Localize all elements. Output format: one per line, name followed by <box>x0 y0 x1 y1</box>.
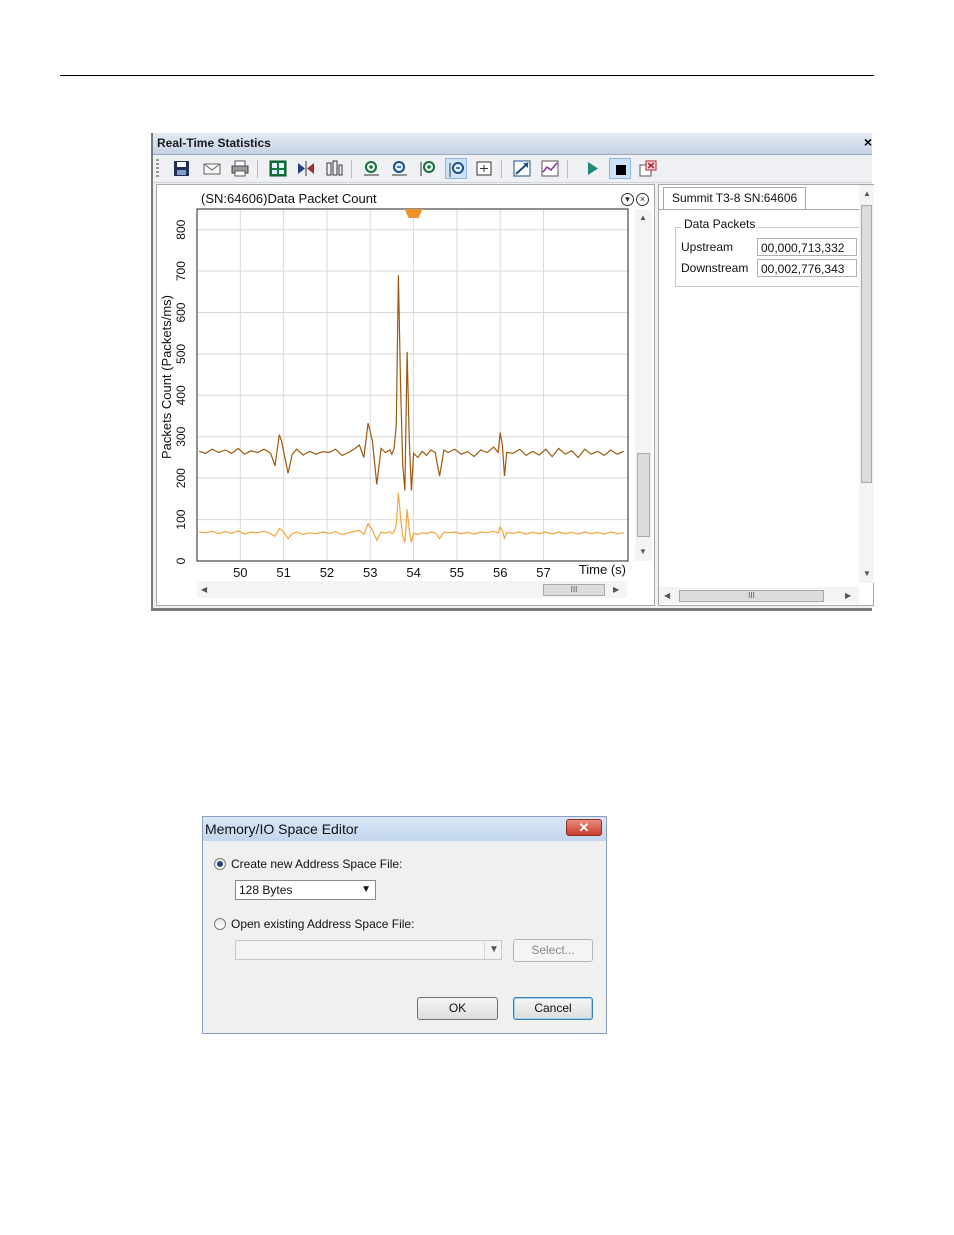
y-tick-label: 0 <box>174 557 188 564</box>
device-tab[interactable]: Summit T3-8 SN:64606 <box>663 187 807 209</box>
play-icon[interactable] <box>581 158 603 179</box>
toolbar-grip[interactable] <box>156 159 159 178</box>
series-line-2 <box>199 492 624 543</box>
window-title: Real-Time Statistics <box>157 136 271 150</box>
toolbar <box>153 155 872 183</box>
side-vertical-scroll-thumb[interactable] <box>861 205 872 483</box>
zoom-in-horizontal-icon[interactable] <box>361 158 383 179</box>
window-title-bar: Real-Time Statistics × <box>153 133 872 155</box>
open-existing-radio[interactable] <box>214 918 226 930</box>
size-select[interactable]: 128 Bytes ▼ <box>235 880 376 900</box>
x-tick-label: 51 <box>276 565 290 577</box>
close-chart-icon[interactable]: × <box>636 193 649 206</box>
packet-count-chart: 50 51 52 53 54 55 56 57 0 100 200 300 400 500 600 700 80… <box>159 208 629 577</box>
close-icon[interactable]: ✕ <box>566 819 602 836</box>
ok-button[interactable]: OK <box>417 997 498 1020</box>
layout-icon[interactable] <box>267 158 289 179</box>
vertical-scroll-thumb[interactable] <box>637 453 650 537</box>
dialog-title-bar: Memory/IO Space Editor ✕ <box>203 817 606 841</box>
data-packets-group <box>675 227 867 287</box>
x-tick-label: 54 <box>406 565 420 577</box>
scroll-down-icon[interactable]: ▼ <box>639 547 647 556</box>
y-tick-label: 200 <box>174 468 188 488</box>
scroll-right-icon[interactable]: ▶ <box>613 585 619 594</box>
create-new-label: Create new Address Space File: <box>231 857 403 871</box>
zoom-out-horizontal-icon[interactable] <box>389 158 411 179</box>
x-tick-label: 55 <box>450 565 464 577</box>
upstream-label: Upstream <box>681 240 734 254</box>
zoom-out-vertical-icon[interactable] <box>445 158 467 179</box>
x-tick-label: 50 <box>233 565 247 577</box>
columns-icon[interactable] <box>323 158 345 179</box>
x-tick-label: 56 <box>493 565 507 577</box>
scroll-up-icon[interactable]: ▲ <box>639 213 647 222</box>
side-horizontal-scrollbar[interactable]: ◀ III ▶ <box>659 587 859 604</box>
chart-vertical-scrollbar[interactable]: ▲ ▼ <box>635 209 652 561</box>
memory-io-space-editor-dialog: Memory/IO Space Editor ✕ Create new Addr… <box>202 816 607 1034</box>
scroll-left-icon[interactable]: ◀ <box>201 585 207 594</box>
y-tick-label: 500 <box>174 344 188 364</box>
zoom-in-vertical-icon[interactable] <box>417 158 439 179</box>
scroll-left-icon[interactable]: ◀ <box>664 591 670 600</box>
upstream-value: 00,000,713,332 <box>757 238 857 256</box>
scroll-down-icon[interactable]: ▼ <box>863 569 871 578</box>
data-packets-group-label: Data Packets <box>681 217 759 231</box>
y-tick-label: 400 <box>174 385 188 405</box>
y-tick-label: 300 <box>174 426 188 446</box>
x-tick-label: 53 <box>363 565 377 577</box>
flip-icon[interactable] <box>295 158 317 179</box>
plot-pane: (SN:64606)Data Packet Count ▾ × 50 51 52 53… <box>156 184 655 606</box>
size-select-value: 128 Bytes <box>239 883 293 897</box>
real-time-statistics-window: Real-Time Statistics × (SN:64606)Data Pa… <box>151 133 874 611</box>
envelope-icon[interactable] <box>201 158 223 179</box>
expand-icon[interactable] <box>511 158 533 179</box>
x-tick-label: 52 <box>320 565 334 577</box>
chart-edit-icon[interactable] <box>539 158 561 179</box>
horizontal-scroll-thumb[interactable]: III <box>543 584 605 596</box>
downstream-value: 00,002,776,343 <box>757 259 857 277</box>
save-icon[interactable] <box>171 158 193 179</box>
statistics-side-pane: Summit T3-8 SN:64606 Data Packets Upstre… <box>658 184 874 606</box>
y-axis-label: Packets Count (Packets/ms) <box>159 295 174 459</box>
downstream-label: Downstream <box>681 261 749 275</box>
stop-icon[interactable] <box>609 158 631 179</box>
scroll-up-icon[interactable]: ▲ <box>863 189 871 198</box>
y-tick-label: 600 <box>174 302 188 322</box>
chevron-down-icon[interactable]: ▼ <box>484 941 501 959</box>
y-tick-label: 700 <box>174 261 188 281</box>
series-line-1 <box>199 275 624 491</box>
print-icon[interactable] <box>229 158 251 179</box>
scroll-right-icon[interactable]: ▶ <box>845 591 851 600</box>
cancel-button[interactable]: Cancel <box>513 997 593 1020</box>
side-horizontal-scroll-thumb[interactable]: III <box>679 590 824 602</box>
chart-horizontal-scrollbar[interactable]: ◀ III ▶ <box>197 581 627 598</box>
open-existing-label: Open existing Address Space File: <box>231 917 415 931</box>
plot-frame <box>196 208 629 562</box>
side-vertical-scrollbar[interactable]: ▲ ▼ <box>859 185 874 583</box>
page-rule <box>60 75 874 76</box>
time-marker <box>404 209 423 218</box>
existing-file-select[interactable]: ▼ <box>235 940 502 960</box>
x-tick-label: 57 <box>536 565 550 577</box>
chevron-down-icon[interactable]: ▼ <box>361 881 371 899</box>
close-icon[interactable]: × <box>864 134 872 150</box>
x-axis-label: Time (s) <box>579 562 626 577</box>
y-tick-label: 100 <box>174 509 188 529</box>
clear-icon[interactable] <box>637 158 659 179</box>
dialog-title: Memory/IO Space Editor <box>205 821 359 837</box>
create-new-radio[interactable] <box>214 858 226 870</box>
zoom-fit-icon[interactable] <box>473 158 495 179</box>
select-button[interactable]: Select... <box>513 939 593 962</box>
y-tick-label: 800 <box>174 219 188 239</box>
